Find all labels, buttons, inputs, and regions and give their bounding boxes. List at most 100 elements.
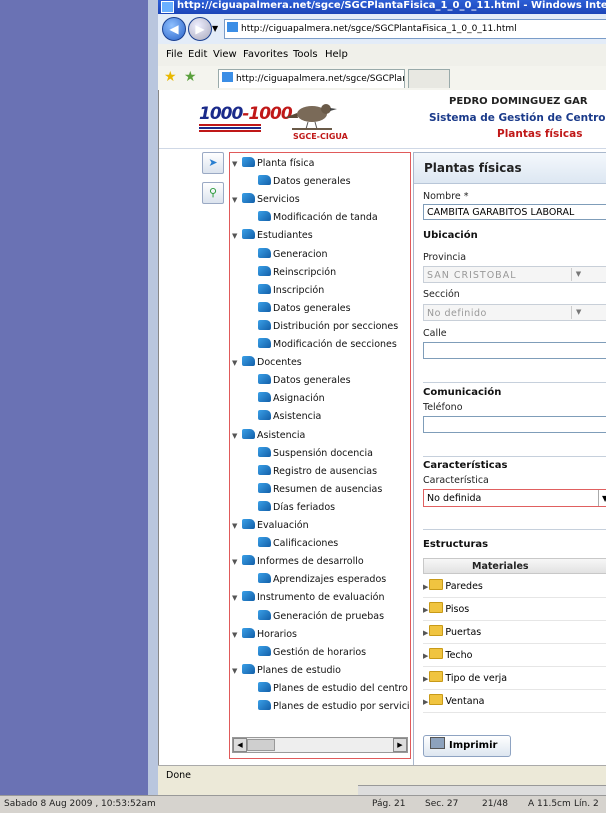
expand-arrow-icon[interactable]: ▶ [423,698,428,706]
chevron-down-icon[interactable]: ▼ [571,306,586,319]
expand-toggle-icon[interactable]: ▼ [232,356,242,370]
tree-item[interactable]: Datos generales [258,374,351,388]
tree-label: Horarios [257,628,297,640]
tree-category[interactable]: ▼ Docentes [232,356,302,370]
tree-label: Calificaciones [273,538,339,550]
tree-item[interactable]: Calificaciones [258,537,338,551]
back-button[interactable]: ◀ [162,17,186,41]
expand-toggle-icon[interactable]: ▼ [232,229,242,243]
scroll-left-icon[interactable]: ◀ [233,738,247,752]
chevron-down-icon[interactable]: ▼ [598,490,606,506]
tree-item[interactable]: Planes de estudio del centro [258,681,408,696]
system-name: Sistema de Gestión de Centro [429,112,606,124]
tree-item[interactable]: Registro de ausencias [258,464,377,479]
menu-file[interactable]: File [166,49,183,60]
history-dropdown-icon[interactable]: ▼ [212,24,218,33]
menu-tools[interactable]: Tools [293,49,318,60]
expand-toggle-icon[interactable]: ▼ [232,193,242,207]
tree-category[interactable]: ▼ Instrumento de evaluación [232,591,384,605]
tree-category[interactable]: ▼ Estudiantes [232,229,313,243]
tree-category[interactable]: ▼ Servicios [232,193,300,207]
tree-item[interactable]: Modificación de tanda [258,211,378,225]
tree-label: Días feriados [273,501,336,513]
provincia-select[interactable]: SAN CRISTOBAL ▼ [423,266,606,283]
tree-item[interactable]: Asistencia [258,410,321,424]
menu-edit[interactable]: Edit [188,49,207,60]
expand-toggle-icon[interactable]: ▼ [232,157,242,171]
star-icon[interactable]: ★ [164,69,177,85]
tree-category[interactable]: ▼ Informes de desarrollo [232,555,364,569]
expand-arrow-icon[interactable]: ▶ [423,675,428,683]
material-row[interactable]: ▶ Paredes [423,575,606,598]
print-button[interactable]: Imprimir [423,735,511,757]
calle-input[interactable] [423,342,606,359]
tree-item[interactable]: Suspensión docencia [258,446,373,461]
section-divider [423,456,606,457]
expand-toggle-icon[interactable]: ▼ [232,628,242,642]
chevron-down-icon[interactable]: ▼ [571,268,586,281]
expand-toggle-icon[interactable]: ▼ [232,664,242,678]
tree-category[interactable]: ▼ Horarios [232,627,297,642]
materiales-column-header[interactable]: Materiales [423,558,606,574]
menu-view[interactable]: View [213,49,237,60]
tree-item[interactable]: Distribución por secciones [258,319,398,334]
telefono-input[interactable] [423,416,606,433]
browser-window: http://ciguapalmera.net/sgce/SGCPlantaFi… [158,0,606,796]
tree-item[interactable]: Modificación de secciones [258,338,397,352]
url-input[interactable]: http://ciguapalmera.net/sgce/SGCPlantaFi… [224,19,606,39]
tab-new[interactable] [408,69,450,88]
expand-arrow-icon[interactable]: ▶ [423,629,428,637]
expand-arrow-icon[interactable]: ▶ [423,606,428,614]
material-row[interactable]: ▶ Ventana [423,690,606,713]
tree-category[interactable]: ▼ Planes de estudio [232,663,341,678]
tree-item[interactable]: Generación de pruebas [258,609,384,624]
tree-item[interactable]: Resumen de ausencias [258,482,382,497]
material-row[interactable]: ▶ Pisos [423,598,606,621]
tree-category[interactable]: ▼ Asistencia [232,428,305,443]
forward-button[interactable]: ▶ [188,17,212,41]
menu-favorites[interactable]: Favorites [243,49,288,60]
expand-toggle-icon[interactable]: ▼ [232,591,242,605]
caracteristica-select[interactable]: No definida ▼ [423,489,606,507]
expand-toggle-icon[interactable]: ▼ [232,519,242,533]
expand-toggle-icon[interactable]: ▼ [232,555,242,569]
page-count: 21/48 [482,799,508,809]
menu-help[interactable]: Help [325,49,348,60]
url-text: http://ciguapalmera.net/sgce/SGCPlantaFi… [241,24,517,34]
browser-status-bar: Done [158,765,606,786]
expand-toggle-icon[interactable]: ▼ [232,429,242,443]
scroll-thumb[interactable] [247,739,275,751]
tree-item[interactable]: Generacion [258,247,328,262]
tab-active[interactable]: http://ciguapalmera.net/sgce/SGCPlantaFi… [218,69,405,88]
material-row[interactable]: ▶ Puertas [423,621,606,644]
book-icon [258,410,271,421]
tree-label: Modificación de secciones [273,339,397,350]
material-row[interactable]: ▶ Tipo de verja [423,667,606,690]
expand-arrow-icon[interactable]: ▶ [423,652,428,660]
book-icon [242,591,255,602]
tree-item[interactable]: Reinscripción [258,265,336,280]
export-button[interactable]: ➤ [202,152,224,174]
tree-item[interactable]: Aprendizajes esperados [258,573,386,587]
tree-item[interactable]: Gestión de horarios [258,645,366,660]
seccion-select[interactable]: No definido ▼ [423,304,606,321]
tree-item[interactable]: Días feriados [258,500,336,515]
tree-label: Datos generales [273,176,351,188]
tree-item[interactable]: Asignación [258,392,325,406]
book-icon [242,193,255,204]
tree-item[interactable]: Inscripción [258,283,324,298]
expand-arrow-icon[interactable]: ▶ [423,583,428,591]
key-button[interactable]: ⚲ [202,182,224,204]
tree-item[interactable]: Datos generales [258,175,351,189]
scroll-right-icon[interactable]: ▶ [393,738,407,752]
book-icon [258,374,271,385]
material-row[interactable]: ▶ Techo [423,644,606,667]
tree-category[interactable]: ▼ Planta física [232,157,314,171]
tree-label: Planes de estudio [257,664,341,676]
add-favorite-icon[interactable]: ★ [184,69,197,85]
tree-item[interactable]: Planes de estudio por servicio [258,700,410,714]
nombre-input[interactable]: CAMBITA GARABITOS LABORAL [423,204,606,220]
tree-horizontal-scrollbar[interactable]: ◀ ▶ [232,737,408,753]
tree-category[interactable]: ▼ Evaluación [232,519,309,533]
tree-item[interactable]: Datos generales [258,301,351,316]
